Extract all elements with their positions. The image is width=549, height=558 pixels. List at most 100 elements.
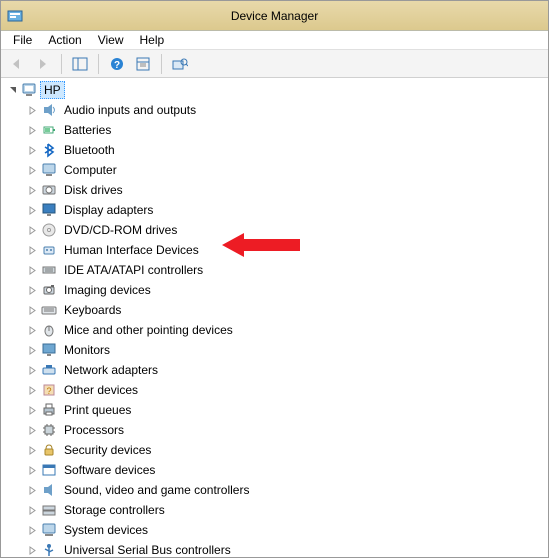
svg-text:?: ?	[114, 60, 120, 71]
battery-icon	[41, 122, 57, 138]
expand-icon[interactable]	[25, 363, 39, 377]
expand-icon[interactable]	[25, 123, 39, 137]
tree-node-label[interactable]: Universal Serial Bus controllers	[61, 542, 234, 557]
tree-node[interactable]: Imaging devices	[1, 280, 548, 300]
expand-icon[interactable]	[25, 483, 39, 497]
expand-icon[interactable]	[25, 543, 39, 557]
system-icon	[41, 522, 57, 538]
tree-node-label[interactable]: Software devices	[61, 462, 158, 478]
properties-button[interactable]	[131, 53, 155, 75]
tree-node-label[interactable]: Batteries	[61, 122, 114, 138]
tree-node[interactable]: Processors	[1, 420, 548, 440]
security-icon	[41, 442, 57, 458]
tree-node-label[interactable]: Computer	[61, 162, 120, 178]
tree-node-label[interactable]: Audio inputs and outputs	[61, 102, 199, 118]
expand-icon[interactable]	[25, 243, 39, 257]
tree-node-label[interactable]: Human Interface Devices	[61, 242, 202, 258]
sound-icon	[41, 482, 57, 498]
tree-root-node[interactable]: HP	[1, 80, 548, 100]
printer-icon	[41, 402, 57, 418]
tree-node-label[interactable]: Print queues	[61, 402, 134, 418]
disk-icon	[41, 182, 57, 198]
tree-node[interactable]: Security devices	[1, 440, 548, 460]
tree-node-label[interactable]: Other devices	[61, 382, 141, 398]
tree-node[interactable]: IDE ATA/ATAPI controllers	[1, 260, 548, 280]
bluetooth-icon	[41, 142, 57, 158]
tree-node[interactable]: Bluetooth	[1, 140, 548, 160]
tree-node[interactable]: Mice and other pointing devices	[1, 320, 548, 340]
help-button[interactable]: ?	[105, 53, 129, 75]
expand-icon[interactable]	[25, 163, 39, 177]
tree-node[interactable]: Software devices	[1, 460, 548, 480]
tree-node[interactable]: Universal Serial Bus controllers	[1, 540, 548, 557]
toolbar-separator	[98, 54, 99, 74]
network-icon	[41, 362, 57, 378]
tree-node[interactable]: Disk drives	[1, 180, 548, 200]
expand-icon[interactable]	[25, 383, 39, 397]
expand-icon[interactable]	[25, 143, 39, 157]
tree-node[interactable]: Storage controllers	[1, 500, 548, 520]
tree-node-label[interactable]: System devices	[61, 522, 151, 538]
tree-node[interactable]: Print queues	[1, 400, 548, 420]
menu-action[interactable]: Action	[40, 32, 89, 48]
tree-node-label[interactable]: DVD/CD-ROM drives	[61, 222, 180, 238]
cpu-icon	[41, 422, 57, 438]
scan-hardware-button[interactable]	[168, 53, 192, 75]
tree-node[interactable]: Network adapters	[1, 360, 548, 380]
expand-icon[interactable]	[25, 223, 39, 237]
tree-node-label[interactable]: IDE ATA/ATAPI controllers	[61, 262, 206, 278]
tree-node[interactable]: Batteries	[1, 120, 548, 140]
expand-icon[interactable]	[25, 283, 39, 297]
expand-icon[interactable]	[25, 303, 39, 317]
menu-file[interactable]: File	[5, 32, 40, 48]
tree-node-label[interactable]: Security devices	[61, 442, 154, 458]
collapse-icon[interactable]	[5, 83, 19, 97]
tree-node[interactable]: Display adapters	[1, 200, 548, 220]
expand-icon[interactable]	[25, 103, 39, 117]
device-tree[interactable]: HP Audio inputs and outputs Batteries Blue…	[1, 78, 548, 557]
toolbar-separator	[61, 54, 62, 74]
tree-node-label[interactable]: Display adapters	[61, 202, 156, 218]
tree-node[interactable]: Sound, video and game controllers	[1, 480, 548, 500]
expand-icon[interactable]	[25, 423, 39, 437]
tree-node-label[interactable]: Bluetooth	[61, 142, 118, 158]
tree-node-label[interactable]: Processors	[61, 422, 127, 438]
menu-view[interactable]: View	[90, 32, 132, 48]
menu-help[interactable]: Help	[132, 32, 173, 48]
tree-node[interactable]: System devices	[1, 520, 548, 540]
tree-root-label[interactable]: HP	[40, 81, 65, 99]
tree-node-label[interactable]: Mice and other pointing devices	[61, 322, 236, 338]
tree-node-label[interactable]: Network adapters	[61, 362, 161, 378]
tree-node[interactable]: Computer	[1, 160, 548, 180]
expand-icon[interactable]	[25, 343, 39, 357]
expand-icon[interactable]	[25, 263, 39, 277]
tree-node[interactable]: Monitors	[1, 340, 548, 360]
storage-icon	[41, 502, 57, 518]
tree-node-label[interactable]: Sound, video and game controllers	[61, 482, 252, 498]
back-button[interactable]	[5, 53, 29, 75]
expand-icon[interactable]	[25, 503, 39, 517]
expand-icon[interactable]	[25, 183, 39, 197]
tree-node-label[interactable]: Keyboards	[61, 302, 124, 318]
tree-node[interactable]: Keyboards	[1, 300, 548, 320]
software-icon	[41, 462, 57, 478]
expand-icon[interactable]	[25, 203, 39, 217]
camera-icon	[41, 282, 57, 298]
tree-node[interactable]: Audio inputs and outputs	[1, 100, 548, 120]
tree-node[interactable]: Human Interface Devices	[1, 240, 548, 260]
forward-button[interactable]	[31, 53, 55, 75]
expand-icon[interactable]	[25, 443, 39, 457]
expand-icon[interactable]	[25, 323, 39, 337]
ide-icon	[41, 262, 57, 278]
tree-node[interactable]: ?Other devices	[1, 380, 548, 400]
expand-icon[interactable]	[25, 403, 39, 417]
tree-node-label[interactable]: Storage controllers	[61, 502, 168, 518]
tree-node-label[interactable]: Disk drives	[61, 182, 126, 198]
expand-icon[interactable]	[25, 463, 39, 477]
tree-node[interactable]: DVD/CD-ROM drives	[1, 220, 548, 240]
tree-node-label[interactable]: Imaging devices	[61, 282, 154, 298]
expand-icon[interactable]	[25, 523, 39, 537]
tree-node-label[interactable]: Monitors	[61, 342, 113, 358]
dvd-icon	[41, 222, 57, 238]
show-hide-console-tree-button[interactable]	[68, 53, 92, 75]
